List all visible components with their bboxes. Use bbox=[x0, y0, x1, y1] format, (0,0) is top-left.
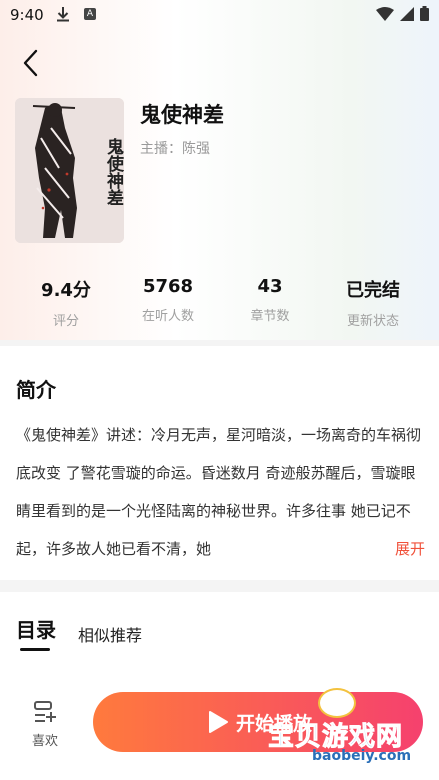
stat-value: 已完结 bbox=[346, 280, 400, 301]
status-bar: 9:40 A bbox=[0, 0, 439, 30]
intro-text: 《鬼使神差》讲述：冷月无声，星河暗淡，一场离奇的车祸彻底改变 了警花雪璇的命运。… bbox=[16, 426, 422, 558]
gamepad-icon bbox=[318, 688, 356, 718]
chevron-left-icon bbox=[23, 49, 38, 77]
tab-indicator bbox=[20, 648, 50, 651]
signal-icon bbox=[400, 6, 414, 25]
book-title: 鬼使神差 bbox=[140, 103, 224, 127]
stats-bar: 9.4分 评分 5768 在听人数 43 章节数 已完结 更新状态 bbox=[0, 276, 439, 329]
tab-catalog[interactable]: 目录 bbox=[16, 614, 56, 651]
wifi-icon bbox=[376, 6, 394, 25]
intro-heading: 简介 bbox=[16, 378, 56, 402]
book-anchor: 主播：陈强 bbox=[140, 141, 210, 157]
watermark: 宝贝游戏网 baobeiy.com bbox=[262, 688, 438, 780]
tab-similar[interactable]: 相似推荐 bbox=[78, 622, 142, 646]
expand-button[interactable]: 展开 bbox=[368, 530, 425, 568]
stat-status: 已完结 更新状态 bbox=[318, 276, 428, 329]
intro-section: 简介 《鬼使神差》讲述：冷月无声，星河暗淡，一场离奇的车祸彻底改变 了警花雪璇的… bbox=[0, 346, 439, 580]
stat-rating: 9.4分 评分 bbox=[11, 276, 121, 329]
stat-value: 43 bbox=[257, 276, 283, 297]
status-time: 9:40 bbox=[10, 6, 44, 24]
book-cover: 鬼使神差 bbox=[15, 98, 124, 243]
stat-value: 5768 bbox=[142, 276, 194, 297]
stat-listeners: 5768 在听人数 bbox=[113, 276, 223, 324]
stat-label: 评分 bbox=[52, 314, 79, 329]
back-button[interactable] bbox=[16, 48, 46, 78]
stat-chapters: 43 章节数 bbox=[215, 276, 325, 324]
stat-label: 更新状态 bbox=[346, 314, 399, 329]
download-icon bbox=[56, 6, 70, 26]
stat-label: 在听人数 bbox=[141, 309, 194, 324]
tab-label: 目录 bbox=[16, 618, 56, 642]
battery-icon bbox=[420, 6, 429, 25]
cover-title: 鬼使神差 bbox=[103, 137, 124, 206]
add-to-list-icon bbox=[34, 701, 56, 722]
favorite-label: 喜欢 bbox=[31, 734, 58, 749]
app-notification-icon: A bbox=[84, 8, 96, 20]
favorite-button[interactable]: 喜欢 bbox=[25, 700, 65, 749]
play-icon bbox=[207, 710, 229, 738]
stat-label: 章节数 bbox=[250, 309, 290, 324]
watermark-url: baobeiy.com bbox=[312, 748, 412, 764]
stat-value: 9.4分 bbox=[41, 280, 91, 301]
